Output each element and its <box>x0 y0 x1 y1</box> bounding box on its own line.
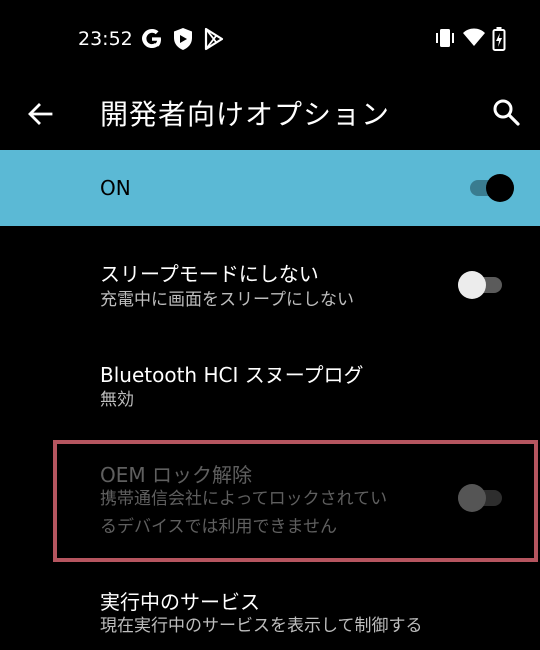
play-store-icon <box>204 27 224 51</box>
setting-stay-awake-title: スリープモードにしない <box>100 262 319 286</box>
battery-charging-icon <box>492 27 506 51</box>
setting-running-services[interactable]: 実行中のサービス 現在実行中のサービスを表示して制御する <box>0 570 540 650</box>
master-toggle-thumb <box>486 174 514 202</box>
setting-oem-unlock-title: OEM ロック解除 <box>100 463 252 487</box>
setting-oem-unlock[interactable]: OEM ロック解除 携帯通信会社によってロックされてい るデバイスでは利用できま… <box>0 444 540 558</box>
status-time: 23:52 <box>78 28 133 50</box>
setting-stay-awake[interactable]: スリープモードにしない 充電中に画面をスリープにしない <box>0 230 540 340</box>
search-icon[interactable] <box>490 96 524 130</box>
vibrate-icon <box>436 29 454 47</box>
setting-bt-hci-snoop-log[interactable]: Bluetooth HCI スヌープログ 無効 <box>0 345 540 435</box>
setting-bt-hci-subtitle: 無効 <box>100 390 134 410</box>
master-switch-label: ON <box>100 176 131 200</box>
setting-running-services-subtitle: 現在実行中のサービスを表示して制御する <box>100 616 423 636</box>
wifi-icon <box>463 28 485 46</box>
google-icon <box>142 29 161 48</box>
stay-awake-toggle[interactable] <box>458 270 502 300</box>
setting-oem-unlock-subtitle-line-1: 携帯通信会社によってロックされてい <box>100 489 388 509</box>
shield-icon <box>174 28 192 50</box>
master-toggle[interactable] <box>470 173 514 203</box>
master-switch-bar[interactable]: ON <box>0 150 540 226</box>
status-bar: 23:52 <box>0 0 540 78</box>
oem-unlock-toggle-thumb <box>458 484 486 512</box>
oem-unlock-toggle[interactable] <box>458 483 502 513</box>
setting-running-services-title: 実行中のサービス <box>100 590 260 614</box>
setting-stay-awake-subtitle: 充電中に画面をスリープにしない <box>100 290 354 310</box>
back-arrow-icon[interactable] <box>24 98 56 130</box>
page-title: 開発者向けオプション <box>100 98 391 131</box>
setting-bt-hci-title: Bluetooth HCI スヌープログ <box>100 363 364 387</box>
app-bar: 開発者向けオプション <box>0 78 540 148</box>
stay-awake-toggle-thumb <box>458 271 486 299</box>
setting-oem-unlock-subtitle-line-2: るデバイスでは利用できません <box>100 517 337 537</box>
